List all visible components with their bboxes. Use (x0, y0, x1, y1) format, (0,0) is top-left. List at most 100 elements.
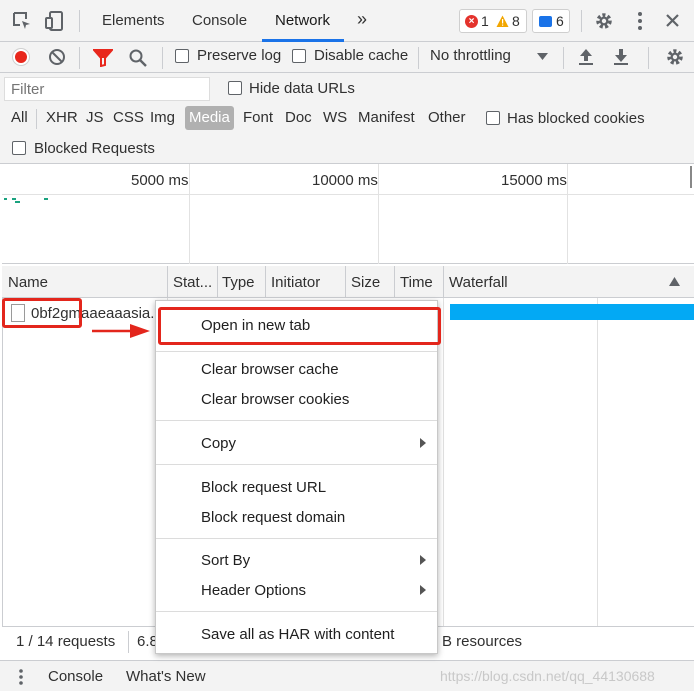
annotation-highlight-menu-item (158, 307, 441, 345)
toolbar-divider (79, 10, 80, 32)
close-icon[interactable] (665, 13, 680, 28)
hide-data-urls-label: Hide data URLs (249, 80, 355, 97)
type-filter-doc[interactable]: Doc (282, 109, 315, 126)
menu-item-sort-by[interactable]: Sort By (201, 552, 250, 569)
toolbar-divider (648, 47, 649, 69)
column-header-waterfall[interactable]: Waterfall (449, 274, 508, 291)
more-tabs-button[interactable]: » (357, 9, 367, 30)
chevron-down-icon (537, 53, 548, 60)
disable-cache-label: Disable cache (314, 47, 409, 64)
type-filter-css[interactable]: CSS (110, 109, 147, 126)
column-header-time[interactable]: Time (400, 274, 433, 291)
request-table-header: Name Stat... Type Initiator Size Time Wa… (2, 266, 694, 298)
more-options-icon[interactable] (632, 11, 648, 31)
overview-mark (15, 201, 20, 203)
type-filter-js[interactable]: JS (83, 109, 107, 126)
network-toolbar: Preserve log Disable cache No throttling (0, 42, 694, 73)
column-divider[interactable] (167, 266, 168, 298)
type-filter-other[interactable]: Other (425, 109, 469, 126)
table-left-border (2, 298, 3, 626)
column-divider[interactable] (217, 266, 218, 298)
request-count: 1 / 14 requests (16, 633, 116, 650)
overview-scrollbar[interactable] (690, 166, 692, 188)
type-filter-manifest[interactable]: Manifest (355, 109, 418, 126)
menu-item-block-url[interactable]: Block request URL (201, 479, 326, 496)
menu-item-clear-cookies[interactable]: Clear browser cookies (201, 391, 349, 408)
toolbar-divider (581, 10, 582, 32)
has-blocked-cookies-label: Has blocked cookies (507, 110, 645, 127)
column-header-status[interactable]: Stat... (173, 274, 212, 291)
type-filter-font[interactable]: Font (240, 109, 276, 126)
menu-item-copy[interactable]: Copy (201, 435, 236, 452)
tab-elements[interactable]: Elements (102, 12, 165, 29)
menu-item-header-options[interactable]: Header Options (201, 582, 306, 599)
export-har-icon[interactable] (612, 47, 630, 67)
device-toolbar-icon[interactable] (44, 10, 66, 32)
drawer-menu-icon[interactable] (16, 668, 26, 686)
column-divider[interactable] (265, 266, 266, 298)
overview-tick: 5000 ms (131, 172, 189, 189)
record-icon (15, 51, 27, 63)
issues-counter[interactable]: × 1 8 (459, 9, 527, 33)
column-header-type[interactable]: Type (222, 274, 255, 291)
menu-item-clear-cache[interactable]: Clear browser cache (201, 361, 339, 378)
drawer-tabbar: Console What's New https://blog.csdn.net… (0, 660, 694, 691)
drawer-tab-whats-new[interactable]: What's New (126, 668, 206, 685)
tab-network[interactable]: Network (275, 12, 330, 29)
hide-data-urls-checkbox[interactable] (228, 81, 242, 95)
blocked-requests-label: Blocked Requests (34, 140, 155, 157)
column-divider[interactable] (394, 266, 395, 298)
overview-tick: 15000 ms (501, 172, 567, 189)
column-header-name[interactable]: Name (8, 274, 48, 291)
overview-grid-line (378, 164, 379, 264)
menu-item-block-domain[interactable]: Block request domain (201, 509, 345, 526)
type-filter-media[interactable]: Media (185, 106, 234, 130)
preserve-log-checkbox[interactable] (175, 49, 189, 63)
menu-item-save-har[interactable]: Save all as HAR with content (201, 626, 394, 643)
filter-funnel-icon[interactable] (93, 49, 113, 67)
submenu-arrow-icon (420, 585, 426, 595)
tab-console[interactable]: Console (192, 12, 247, 29)
column-header-initiator[interactable]: Initiator (271, 274, 320, 291)
waterfall-grid-line (597, 298, 598, 626)
resources-size: B resources (442, 633, 523, 650)
preserve-log-label: Preserve log (197, 47, 282, 64)
overview-mark (12, 198, 16, 200)
warning-count: 8 (512, 13, 520, 29)
disable-cache-checkbox[interactable] (292, 49, 306, 63)
submenu-arrow-icon (420, 438, 426, 448)
throttling-select[interactable]: No throttling (430, 47, 511, 64)
type-filter-ws[interactable]: WS (320, 109, 350, 126)
drawer-tab-console[interactable]: Console (48, 668, 103, 685)
toolbar-divider (563, 47, 564, 69)
status-divider (128, 631, 129, 653)
overview-tick: 10000 ms (312, 172, 378, 189)
timeline-overview[interactable]: 5000 ms 10000 ms 15000 ms (2, 164, 694, 264)
overview-mark (44, 198, 48, 200)
inspect-element-icon[interactable] (12, 11, 32, 31)
record-button[interactable] (12, 48, 30, 66)
import-har-icon[interactable] (577, 47, 595, 67)
blocked-requests-checkbox[interactable] (12, 141, 26, 155)
network-settings-gear-icon[interactable] (665, 47, 685, 67)
column-divider[interactable] (443, 266, 444, 298)
filter-input[interactable] (4, 77, 210, 101)
annotation-highlight-name (2, 298, 82, 328)
type-filter-xhr[interactable]: XHR (43, 109, 81, 126)
error-count: 1 (481, 13, 489, 29)
clear-icon[interactable] (48, 48, 66, 66)
messages-counter[interactable]: 6 (532, 9, 570, 33)
search-icon[interactable] (128, 48, 148, 68)
type-divider (36, 109, 37, 129)
has-blocked-cookies-checkbox[interactable] (486, 111, 500, 125)
column-header-size[interactable]: Size (351, 274, 380, 291)
column-divider[interactable] (345, 266, 346, 298)
submenu-arrow-icon (420, 555, 426, 565)
context-menu: Open in new tab Clear browser cache Clea… (155, 300, 438, 654)
settings-gear-icon[interactable] (594, 11, 614, 31)
toolbar-divider (79, 47, 80, 69)
menu-separator (156, 351, 437, 352)
toolbar-divider (418, 47, 419, 69)
type-filter-all[interactable]: All (8, 109, 31, 126)
type-filter-img[interactable]: Img (147, 109, 178, 126)
